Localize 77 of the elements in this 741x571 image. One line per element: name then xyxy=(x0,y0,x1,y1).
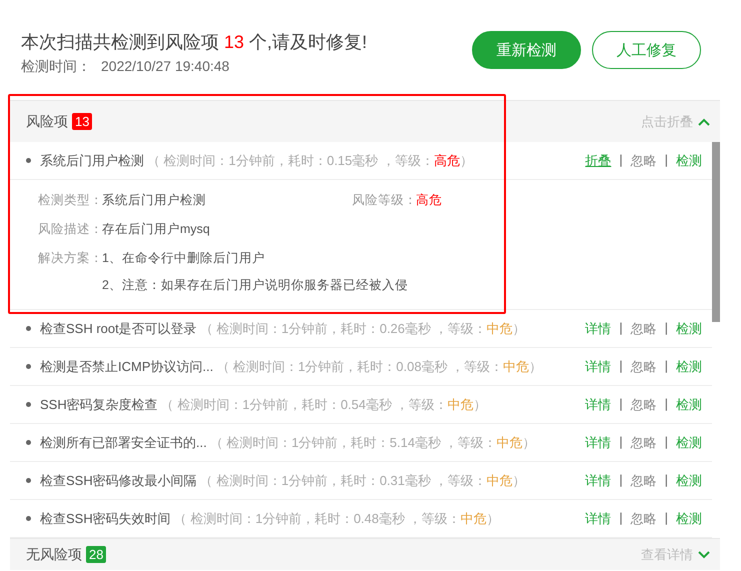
manual-fix-button[interactable]: 人工修复 xyxy=(592,31,701,69)
bullet-icon xyxy=(26,516,31,521)
separator: | xyxy=(664,472,668,489)
item-meta: （ 检测时间：1分钟前，耗时：0.48毫秒 ，等级：中危） xyxy=(174,510,500,528)
separator: | xyxy=(664,320,668,337)
toggle-detail-link[interactable]: 详情 xyxy=(585,320,612,338)
scan-summary: 本次扫描共检测到风险项 13 个,请及时修复! xyxy=(21,31,368,54)
item-meta: （ 检测时间：1分钟前，耗时：5.14毫秒 ，等级：中危） xyxy=(210,434,536,452)
item-name: SSH密码复杂度检查 xyxy=(40,396,158,414)
item-name: 系统后门用户检测 xyxy=(40,152,144,170)
count-badge: 13 xyxy=(72,113,92,130)
separator: | xyxy=(619,434,623,451)
solution-step: 1、在命令行中删除后门用户 xyxy=(102,250,408,267)
toggle-detail-link[interactable]: 详情 xyxy=(585,358,612,376)
detail-label: 解决方案： xyxy=(38,250,102,267)
bullet-icon xyxy=(26,326,31,331)
item-meta: （ 检测时间：1分钟前，耗时：0.08毫秒 ，等级：中危） xyxy=(216,358,542,376)
item-name: 检测所有已部署安全证书的... xyxy=(40,434,207,452)
detail-label: 检测类型： xyxy=(38,192,102,209)
check-link[interactable]: 检测 xyxy=(676,358,702,376)
separator: | xyxy=(664,434,668,451)
ignore-link[interactable]: 忽略 xyxy=(630,396,657,414)
toggle-detail-link[interactable]: 详情 xyxy=(585,510,612,528)
toggle-detail-link[interactable]: 详情 xyxy=(585,396,612,414)
detail-label: 风险等级： xyxy=(352,192,416,209)
bullet-icon xyxy=(26,478,31,483)
separator: | xyxy=(619,396,623,413)
check-link[interactable]: 检测 xyxy=(676,152,702,170)
toggle-detail-link[interactable]: 详情 xyxy=(585,472,612,490)
item-meta: （ 检测时间：1分钟前，耗时：0.54毫秒 ，等级：中危） xyxy=(160,396,486,414)
scan-time-label: 检测时间： xyxy=(21,58,91,76)
section-title: 无风险项 xyxy=(26,546,82,564)
separator: | xyxy=(619,358,623,375)
detail-label: 风险描述： xyxy=(38,221,102,238)
check-link[interactable]: 检测 xyxy=(676,472,702,490)
bullet-icon xyxy=(26,440,31,445)
separator: | xyxy=(619,510,623,527)
toggle-detail-link[interactable]: 详情 xyxy=(585,434,612,452)
separator: | xyxy=(619,472,623,489)
ignore-link[interactable]: 忽略 xyxy=(630,152,657,170)
solution-step: 2、注意：如果存在后门用户说明你服务器已经被入侵 xyxy=(102,277,408,294)
ignore-link[interactable]: 忽略 xyxy=(630,434,657,452)
separator: | xyxy=(619,152,623,169)
ignore-link[interactable]: 忽略 xyxy=(630,358,657,376)
ignore-link[interactable]: 忽略 xyxy=(630,472,657,490)
item-name: 检测是否禁止ICMP协议访问... xyxy=(40,358,214,376)
item-name: 检查SSH root是否可以登录 xyxy=(40,320,197,338)
check-link[interactable]: 检测 xyxy=(676,320,702,338)
detail-value: 系统后门用户检测 xyxy=(102,192,207,209)
separator: | xyxy=(664,510,668,527)
check-link[interactable]: 检测 xyxy=(676,396,702,414)
check-link[interactable]: 检测 xyxy=(676,510,702,528)
ignore-link[interactable]: 忽略 xyxy=(630,320,657,338)
separator: | xyxy=(664,396,668,413)
bullet-icon xyxy=(26,158,31,163)
ignore-link[interactable]: 忽略 xyxy=(630,510,657,528)
bullet-icon xyxy=(26,402,31,407)
rescan-button[interactable]: 重新检测 xyxy=(472,31,581,69)
item-meta: （ 检测时间：1分钟前，耗时：0.26毫秒 ，等级：中危） xyxy=(200,320,526,338)
separator: | xyxy=(664,358,668,375)
item-meta: （ 检测时间：1分钟前，耗时：0.15毫秒 ，等级：高危） xyxy=(147,152,473,170)
detail-value: 存在后门用户mysq xyxy=(102,221,210,238)
separator: | xyxy=(619,320,623,337)
collapse-link[interactable]: 点击折叠 xyxy=(641,112,693,130)
scan-time-value: 2022/10/27 19:40:48 xyxy=(101,58,230,76)
toggle-detail-link[interactable]: 折叠 xyxy=(585,152,612,170)
view-details-link[interactable]: 查看详情 xyxy=(641,546,693,564)
bullet-icon xyxy=(26,364,31,369)
scrollbar[interactable] xyxy=(712,142,720,322)
separator: | xyxy=(664,152,668,169)
detail-value: 高危 xyxy=(416,192,442,209)
section-title: 风险项 xyxy=(26,112,68,130)
item-name: 检查SSH密码修改最小间隔 xyxy=(40,472,197,490)
count-badge: 28 xyxy=(86,546,106,563)
item-name: 检查SSH密码失效时间 xyxy=(40,510,171,528)
item-meta: （ 检测时间：1分钟前，耗时：0.31毫秒 ，等级：中危） xyxy=(200,472,526,490)
check-link[interactable]: 检测 xyxy=(676,434,702,452)
